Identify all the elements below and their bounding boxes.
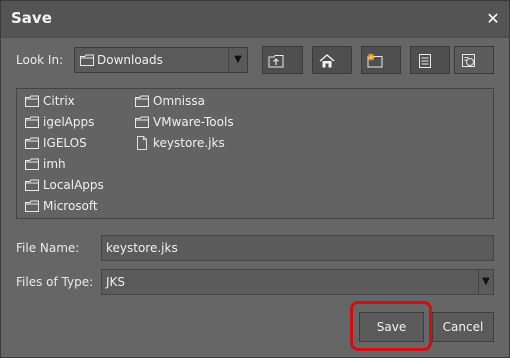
home-icon [319, 54, 335, 68]
new-folder-icon [367, 53, 383, 68]
folder-icon [25, 179, 39, 191]
file-icon [137, 136, 147, 150]
look-in-value: Downloads [97, 53, 163, 67]
file-item-label: LocalApps [43, 178, 104, 192]
file-item-label: Microsoft [43, 199, 98, 213]
file-item-igelapps[interactable]: igelApps [25, 113, 125, 131]
folder-icon [80, 54, 94, 66]
look-in-dropdown[interactable]: Downloads ▼ [74, 47, 248, 73]
file-item-imh[interactable]: imh [25, 155, 125, 173]
save-button[interactable]: Save [359, 312, 424, 342]
file-list[interactable]: Citrix igelApps IGELOS imh LocalApps Mic… [16, 88, 494, 219]
folder-icon [25, 137, 39, 149]
file-item-omnissa[interactable]: Omnissa [135, 92, 255, 110]
file-item-localapps[interactable]: LocalApps [25, 176, 125, 194]
cancel-button[interactable]: Cancel [432, 312, 494, 342]
folder-icon [135, 116, 149, 128]
file-item-microsoft[interactable]: Microsoft [25, 197, 125, 215]
dialog-title: Save [11, 9, 52, 27]
title-bar: Save ✕ [1, 1, 509, 38]
file-item-vmware-tools[interactable]: VMware-Tools [135, 113, 255, 131]
file-item-keystore[interactable]: keystore.jks [135, 134, 255, 152]
list-view-icon [419, 54, 431, 68]
folder-icon [25, 158, 39, 170]
file-name-input[interactable]: keystore.jks [101, 235, 494, 261]
file-item-label: VMware-Tools [153, 115, 234, 129]
file-item-label: imh [43, 157, 66, 171]
list-view-button[interactable] [410, 46, 450, 74]
close-icon[interactable]: ✕ [483, 9, 503, 29]
file-name-value: keystore.jks [106, 241, 178, 255]
look-in-label: Look In: [16, 53, 64, 67]
folder-icon [135, 95, 149, 107]
file-item-label: igelApps [43, 115, 95, 129]
file-item-label: keystore.jks [153, 136, 225, 150]
chevron-down-icon[interactable]: ▼ [228, 48, 247, 72]
folder-icon [25, 95, 39, 107]
file-item-label: Citrix [43, 94, 75, 108]
file-name-label: File Name: [16, 241, 80, 255]
file-item-igelos[interactable]: IGELOS [25, 134, 125, 152]
folder-icon [25, 116, 39, 128]
file-item-label: IGELOS [43, 136, 87, 150]
file-item-label: Omnissa [153, 94, 205, 108]
chevron-down-icon[interactable]: ▼ [478, 270, 493, 294]
details-view-icon [462, 54, 475, 67]
save-dialog: Save ✕ Look In: Downloads ▼ Citrix igelA… [0, 0, 510, 358]
folder-icon [25, 200, 39, 212]
up-folder-icon [268, 55, 284, 68]
files-of-type-dropdown[interactable]: JKS ▼ [101, 269, 494, 295]
new-folder-button[interactable] [361, 46, 401, 74]
home-button[interactable] [312, 46, 352, 74]
up-folder-button[interactable] [262, 46, 303, 74]
file-item-citrix[interactable]: Citrix [25, 92, 125, 110]
details-view-button[interactable] [454, 46, 494, 74]
files-of-type-label: Files of Type: [16, 275, 94, 289]
files-of-type-value: JKS [106, 275, 126, 289]
